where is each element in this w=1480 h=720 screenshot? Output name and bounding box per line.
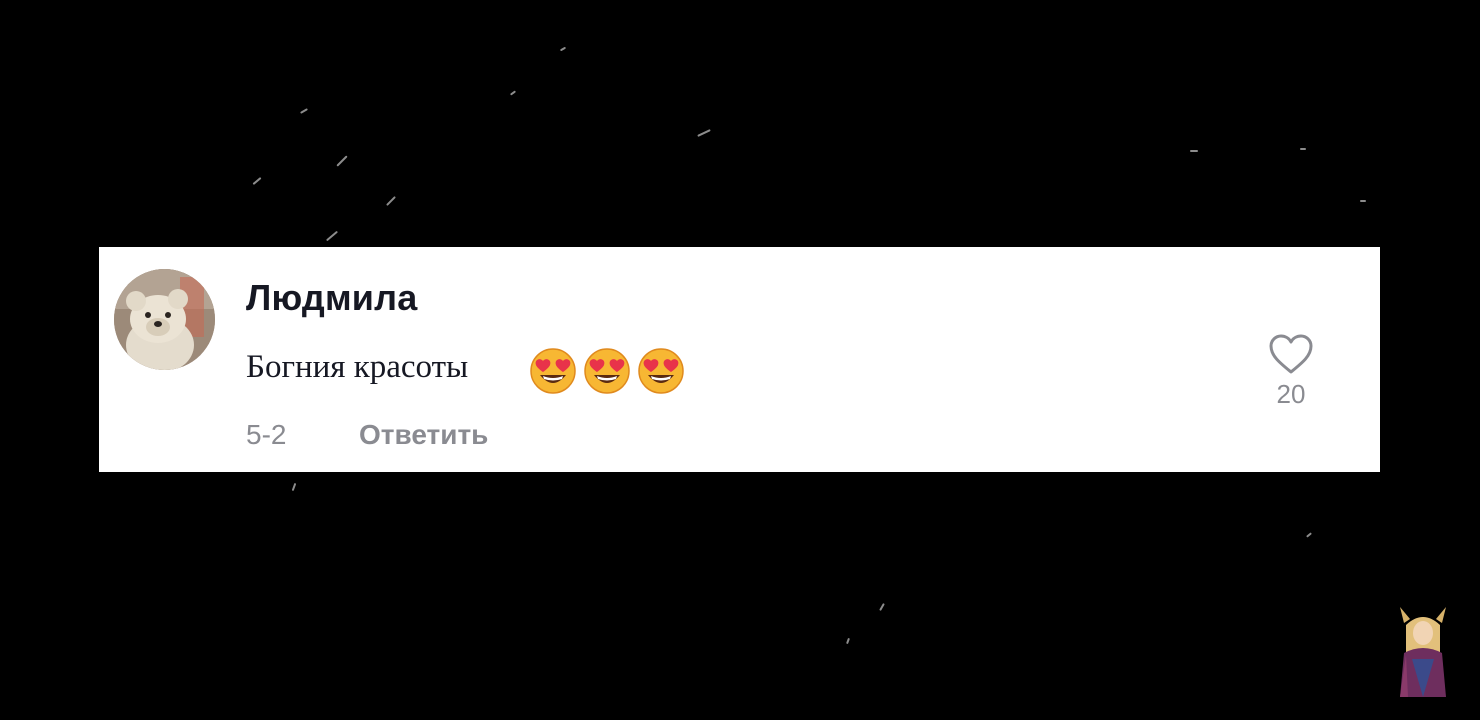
heart-eyes-emoji (638, 348, 684, 394)
background-streak (1190, 150, 1198, 152)
background-streak (1360, 200, 1366, 202)
teddy-bear-avatar-image (114, 269, 215, 370)
comment-text: Богния красоты (246, 349, 469, 385)
background-streak (291, 482, 297, 492)
like-button[interactable]: 20 (1265, 333, 1317, 410)
comment-date: 5-2 (246, 419, 287, 450)
background-streak (697, 129, 711, 137)
background-streak (1300, 148, 1306, 150)
channel-watermark-logo (1400, 607, 1446, 697)
background-streak (1306, 532, 1312, 538)
video-frame: Людмила Богния красоты 5-2 Ответить 20 (0, 0, 1480, 720)
username[interactable]: Людмила (246, 277, 417, 319)
like-count: 20 (1276, 379, 1306, 409)
avatar[interactable] (114, 269, 215, 370)
background-streak (386, 196, 396, 206)
heart-eyes-emoji (584, 348, 630, 394)
background-streak (325, 230, 339, 242)
background-streak (509, 90, 517, 96)
background-streak (252, 177, 262, 185)
background-streak (559, 46, 567, 52)
background-streak (846, 637, 850, 645)
heart-eyes-emoji (530, 348, 576, 394)
background-streak (300, 108, 308, 114)
heart-outline-icon (1269, 334, 1313, 374)
background-streak (336, 155, 348, 167)
background-streak (879, 603, 885, 611)
emoji-group (529, 347, 685, 395)
comment-card: Людмила Богния красоты 5-2 Ответить 20 (99, 247, 1380, 472)
reply-button[interactable]: Ответить (359, 419, 488, 451)
